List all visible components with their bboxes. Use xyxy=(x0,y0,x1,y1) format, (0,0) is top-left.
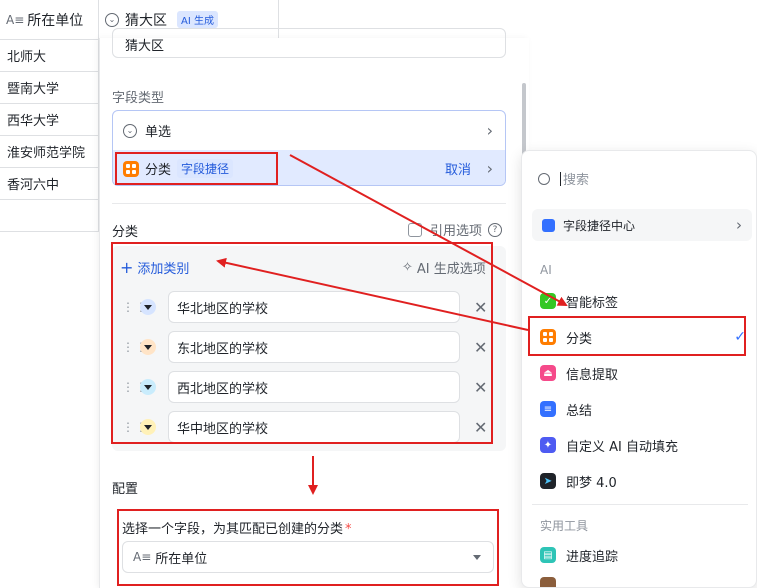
arrow-to-add-category xyxy=(216,257,529,331)
arrow-to-menu xyxy=(289,154,568,306)
annotation-arrows xyxy=(216,154,568,495)
